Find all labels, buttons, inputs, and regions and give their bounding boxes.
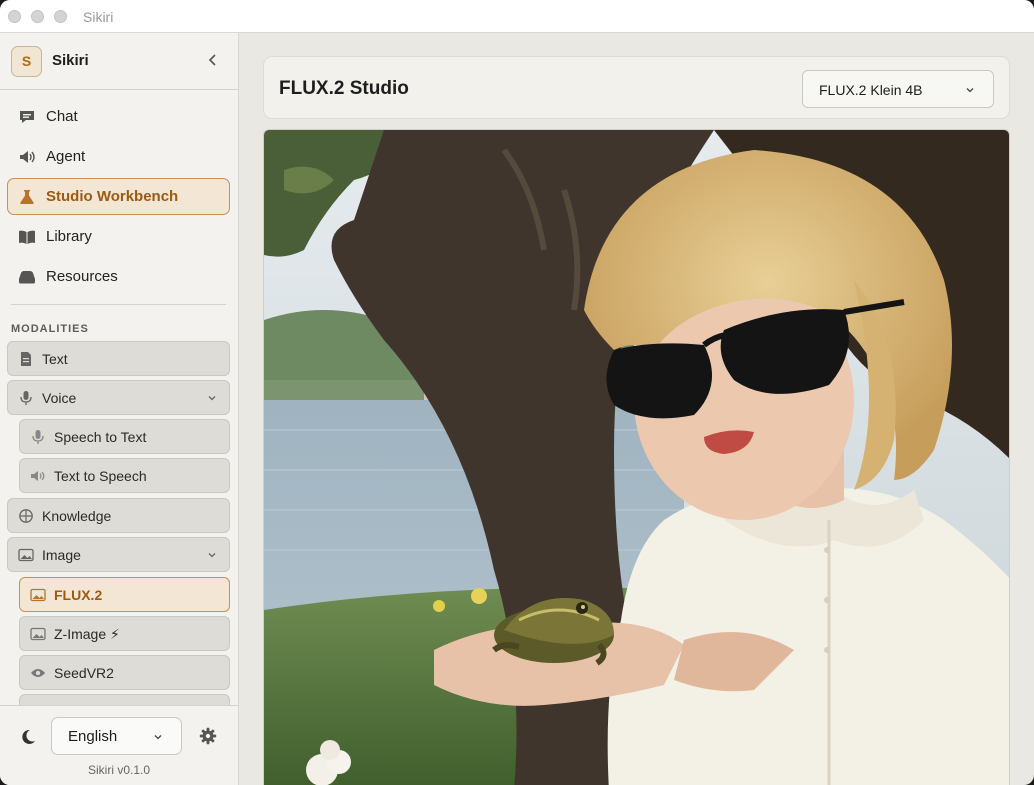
app-version: Sikiri v0.1.0 — [87, 763, 151, 777]
generated-image — [263, 129, 1010, 785]
studio-header: FLUX.2 Studio FLUX.2 Klein 4B — [263, 56, 1010, 119]
modality-label: Speech to Text — [54, 429, 147, 445]
nav-item-label: Agent — [46, 148, 86, 165]
nav-item-label: Library — [46, 228, 92, 245]
title-bar: Sikiri — [0, 0, 1034, 33]
divider — [11, 304, 226, 305]
microphone-icon — [20, 391, 32, 405]
chat-bubble-icon — [20, 111, 34, 123]
modality-image[interactable]: Image — [7, 537, 230, 572]
brand-avatar: S — [11, 46, 42, 77]
modality-label: Knowledge — [42, 508, 112, 524]
chevron-down-icon — [154, 735, 162, 740]
model-select-value: FLUX.2 Klein 4B — [819, 82, 923, 98]
modality-label: SeedVR2 — [54, 665, 114, 681]
nav-item-label: Studio Workbench — [46, 188, 179, 205]
globe-icon — [19, 509, 33, 523]
collapse-sidebar-icon[interactable] — [205, 52, 221, 68]
speaker-icon — [31, 471, 45, 481]
sidebar-footer: English Sikiri v0.1.0 — [0, 705, 238, 785]
modality-label: Text to Speech — [54, 468, 147, 484]
minimize-window-button[interactable] — [31, 10, 44, 23]
nav-item-studio-workbench[interactable]: Studio Workbench — [7, 178, 230, 215]
modality-label: Image — [42, 547, 81, 563]
modality-flux2[interactable]: FLUX.2 — [19, 577, 230, 612]
model-select[interactable]: FLUX.2 Klein 4B — [802, 70, 994, 108]
modality-seedvr2[interactable]: SeedVR2 — [19, 655, 230, 690]
modality-label: Z-Image ⚡ — [54, 626, 120, 642]
nav-item-agent[interactable]: Agent — [7, 138, 230, 175]
sidebar: S Sikiri Chat Agent Studio Workbench Lib… — [0, 33, 239, 785]
divider — [0, 89, 238, 90]
language-value: English — [68, 728, 118, 745]
modality-z-image[interactable]: Z-Image ⚡ — [19, 616, 230, 651]
moon-icon[interactable] — [19, 728, 37, 746]
speaker-icon — [20, 151, 35, 163]
nav-item-label: Resources — [46, 268, 118, 285]
modality-text[interactable]: Text — [7, 341, 230, 376]
app-window: Sikiri S Sikiri Chat Agent Studio Workbe… — [0, 0, 1034, 785]
zoom-window-button[interactable] — [54, 10, 67, 23]
microphone-icon — [32, 430, 44, 444]
nav-item-library[interactable]: Library — [7, 218, 230, 255]
window-title: Sikiri — [83, 9, 114, 25]
nav-item-resources[interactable]: Resources — [7, 258, 230, 295]
chevron-down-icon — [208, 396, 216, 401]
modality-text-to-speech[interactable]: Text to Speech — [19, 458, 230, 493]
modality-label: Text — [42, 351, 68, 367]
flask-icon — [20, 190, 34, 204]
generated-image-illustration — [264, 130, 1009, 785]
hard-drive-icon — [19, 271, 35, 284]
page-title: FLUX.2 Studio — [279, 78, 409, 99]
nav-item-label: Chat — [46, 108, 78, 125]
gear-icon[interactable] — [199, 727, 217, 745]
modality-knowledge[interactable]: Knowledge — [7, 498, 230, 533]
modality-voice[interactable]: Voice — [7, 380, 230, 415]
eye-icon — [31, 669, 45, 677]
nav-item-chat[interactable]: Chat — [7, 98, 230, 135]
document-icon — [21, 352, 31, 366]
image-icon — [18, 548, 34, 562]
chevron-down-icon — [208, 553, 216, 558]
image-icon — [30, 627, 46, 641]
modalities-heading: MODALITIES — [11, 323, 89, 335]
close-window-button[interactable] — [8, 10, 21, 23]
modality-label: Voice — [42, 390, 77, 406]
modality-speech-to-text[interactable]: Speech to Text — [19, 419, 230, 454]
book-icon — [19, 230, 35, 244]
chevron-down-icon — [966, 88, 974, 93]
brand-name: Sikiri — [52, 52, 89, 69]
modality-label: FLUX.2 — [54, 587, 103, 603]
language-select[interactable]: English — [51, 717, 182, 755]
image-icon — [30, 588, 46, 602]
